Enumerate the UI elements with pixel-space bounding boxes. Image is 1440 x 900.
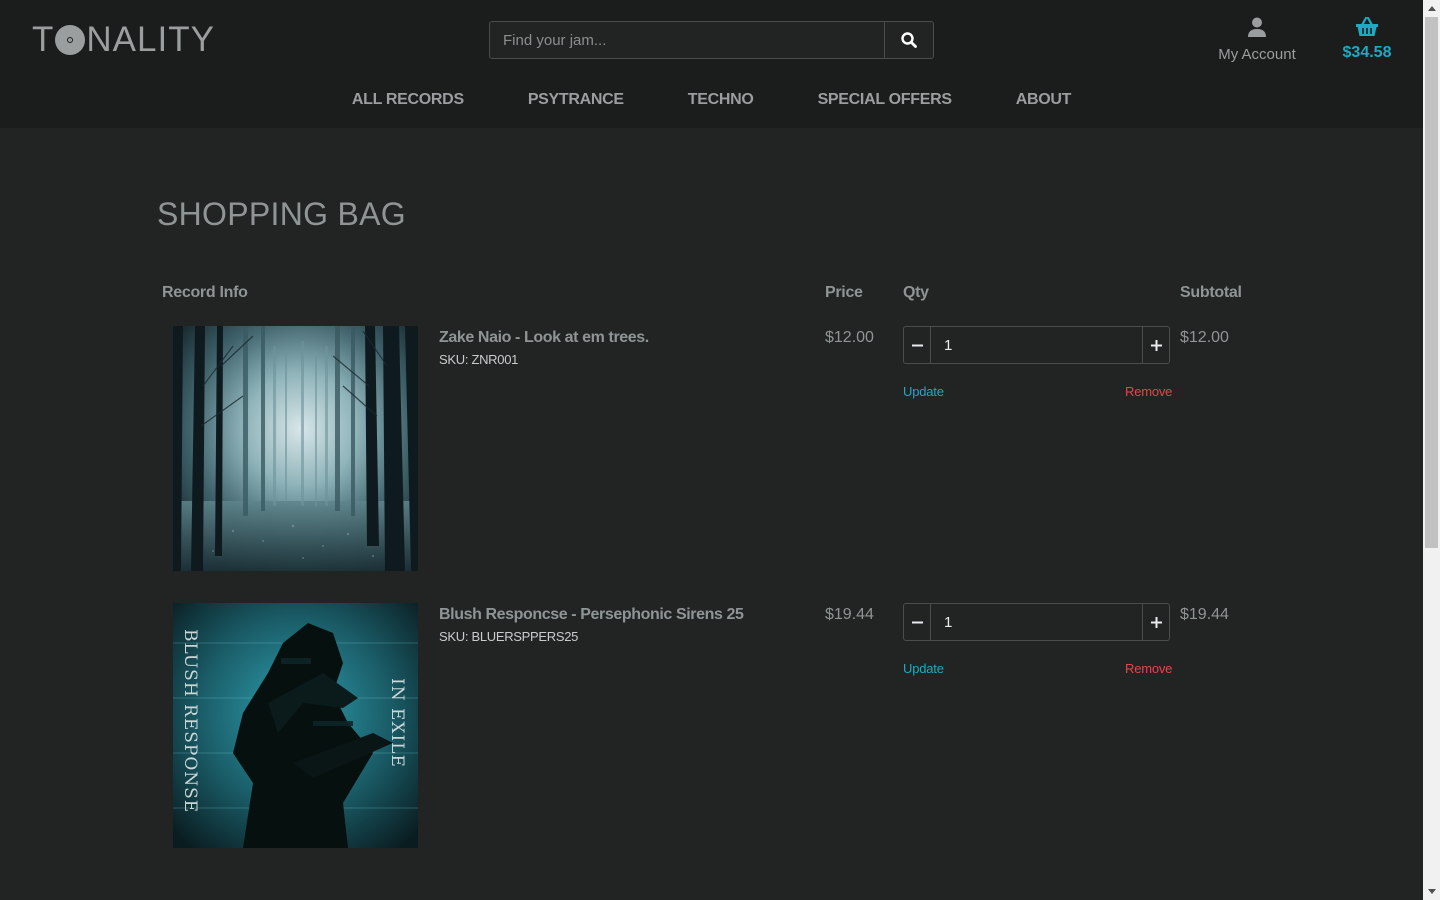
increase-qty-button[interactable] <box>1142 327 1169 363</box>
page: TNALITY My Account $3 <box>0 0 1423 900</box>
decrease-qty-button[interactable] <box>904 327 931 363</box>
record-price: $19.44 <box>825 606 874 623</box>
record-cover-image[interactable]: BLUSH RESPONSE IN EXILE <box>173 603 418 848</box>
my-account-label: My Account <box>1218 46 1296 63</box>
record-sku: SKU: ZNR001 <box>439 352 519 367</box>
cart-item: BLUSH RESPONSE IN EXILE Blush Responcse … <box>0 603 1423 853</box>
quantity-input[interactable]: 1 <box>931 604 1142 640</box>
site-header: TNALITY My Account $3 <box>0 0 1423 128</box>
quantity-stepper: 1 <box>903 603 1170 641</box>
search-icon <box>901 32 917 48</box>
search-button[interactable] <box>884 22 933 58</box>
record-cover-image[interactable] <box>173 326 418 571</box>
scroll-up-arrow-icon[interactable] <box>1423 0 1440 17</box>
page-title: SHOPPING BAG <box>157 196 406 232</box>
nav-special-offers[interactable]: SPECIAL OFFERS <box>818 88 953 112</box>
record-sku: SKU: BLUERSPPERS25 <box>439 629 579 644</box>
basket-icon <box>1356 16 1378 36</box>
forest-cover-art <box>173 326 418 571</box>
record-title[interactable]: Blush Responcse - Persephonic Sirens 25 <box>439 606 744 624</box>
header-record-info: Record Info <box>162 284 248 301</box>
plus-icon <box>1150 339 1162 351</box>
minus-icon <box>911 621 923 623</box>
cart-link[interactable]: $34.58 <box>1336 16 1398 62</box>
cover-text-left: BLUSH RESPONSE <box>180 629 200 813</box>
cover-text-right: IN EXILE <box>387 678 407 768</box>
header-qty: Qty <box>903 284 929 301</box>
cart-item: Zake Naio - Look at em trees. SKU: ZNR00… <box>0 326 1423 576</box>
increase-qty-button[interactable] <box>1142 604 1169 640</box>
user-icon <box>1248 17 1266 37</box>
header-price: Price <box>825 284 863 301</box>
logo-text-prefix: T <box>32 20 55 59</box>
scroll-down-arrow-icon[interactable] <box>1423 883 1440 900</box>
update-link[interactable]: Update <box>903 661 944 676</box>
nav-techno[interactable]: TECHNO <box>688 88 754 112</box>
record-title[interactable]: Zake Naio - Look at em trees. <box>439 329 649 347</box>
header-subtotal: Subtotal <box>1180 284 1242 301</box>
site-logo[interactable]: T NALITY <box>32 20 215 60</box>
search-bar <box>489 21 934 59</box>
my-account-link[interactable]: My Account <box>1206 17 1308 63</box>
search-input[interactable] <box>490 22 884 58</box>
plus-icon <box>1150 616 1162 628</box>
scrollbar-thumb[interactable] <box>1425 17 1438 548</box>
update-link[interactable]: Update <box>903 384 944 399</box>
quantity-input[interactable]: 1 <box>931 327 1142 363</box>
minus-icon <box>911 344 923 346</box>
record-price: $12.00 <box>825 329 874 346</box>
vinyl-disc-icon <box>55 25 86 55</box>
logo-text-suffix: NALITY <box>86 20 215 59</box>
record-subtotal: $12.00 <box>1180 329 1229 346</box>
quantity-stepper: 1 <box>903 326 1170 364</box>
vertical-scrollbar[interactable] <box>1423 0 1440 900</box>
nav-about[interactable]: ABOUT <box>1016 88 1072 112</box>
main-nav: ALL RECORDS PSYTRANCE TECHNO SPECIAL OFF… <box>0 88 1423 112</box>
remove-link[interactable]: Remove <box>1125 384 1172 399</box>
remove-link[interactable]: Remove <box>1125 661 1172 676</box>
figure-cover-art: BLUSH RESPONSE IN EXILE <box>173 603 418 848</box>
cart-total: $34.58 <box>1342 44 1392 61</box>
record-subtotal: $19.44 <box>1180 606 1229 623</box>
nav-psytrance[interactable]: PSYTRANCE <box>528 88 624 112</box>
decrease-qty-button[interactable] <box>904 604 931 640</box>
nav-all-records[interactable]: ALL RECORDS <box>352 88 464 112</box>
